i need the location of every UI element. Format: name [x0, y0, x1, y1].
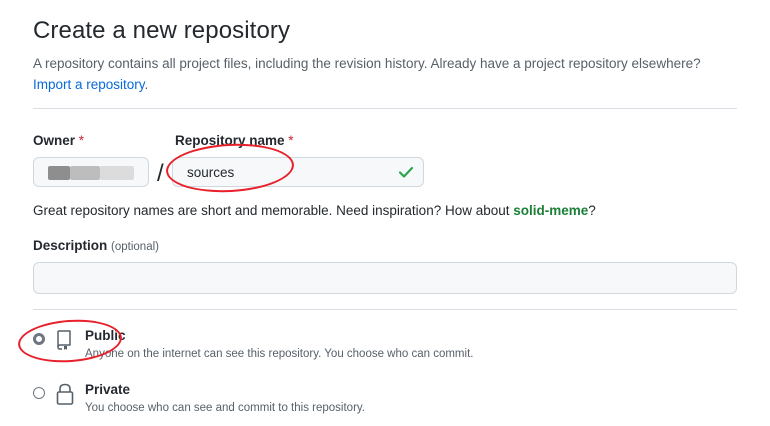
visibility-divider	[33, 309, 737, 310]
owner-select[interactable]	[33, 157, 149, 187]
public-option-desc: Anyone on the internet can see this repo…	[85, 348, 474, 360]
owner-label: Owner *	[33, 133, 84, 148]
repo-icon	[57, 330, 71, 350]
description-input[interactable]	[33, 262, 737, 294]
subtitle-text: A repository contains all project files,…	[33, 56, 701, 71]
private-option-desc: You choose who can see and commit to thi…	[85, 402, 365, 414]
repo-name-required-mark: *	[288, 133, 294, 148]
description-optional-tag: (optional)	[111, 241, 159, 253]
public-option-title: Public	[85, 328, 126, 343]
subtitle-period: .	[144, 77, 149, 92]
repo-name-hint-text: Great repository names are short and mem…	[33, 203, 514, 218]
repo-name-suggestion[interactable]: solid-meme	[513, 203, 588, 218]
owner-name-redacted-fade	[100, 166, 134, 180]
check-icon	[398, 166, 414, 178]
owner-avatar	[48, 166, 70, 180]
header-divider	[33, 108, 737, 109]
owner-repo-separator: /	[157, 160, 164, 187]
repo-name-hint-suffix: ?	[588, 203, 596, 218]
owner-name-redacted	[70, 166, 100, 180]
repo-name-hint: Great repository names are short and mem…	[33, 203, 596, 218]
private-radio[interactable]	[33, 387, 45, 399]
lock-icon	[56, 383, 74, 405]
public-radio[interactable]	[33, 333, 45, 345]
description-label: Description (optional)	[33, 238, 159, 253]
page-subtitle: A repository contains all project files,…	[33, 53, 743, 95]
import-repository-link[interactable]: Import a repository	[33, 77, 145, 92]
owner-required-mark: *	[78, 133, 85, 148]
page-title: Create a new repository	[33, 17, 291, 44]
repo-name-label: Repository name *	[175, 133, 294, 148]
private-option-title: Private	[85, 382, 131, 397]
owner-label-text: Owner	[33, 133, 76, 148]
description-label-text: Description	[33, 238, 108, 253]
repo-name-label-text: Repository name	[175, 133, 285, 148]
repo-name-input[interactable]	[172, 157, 424, 187]
